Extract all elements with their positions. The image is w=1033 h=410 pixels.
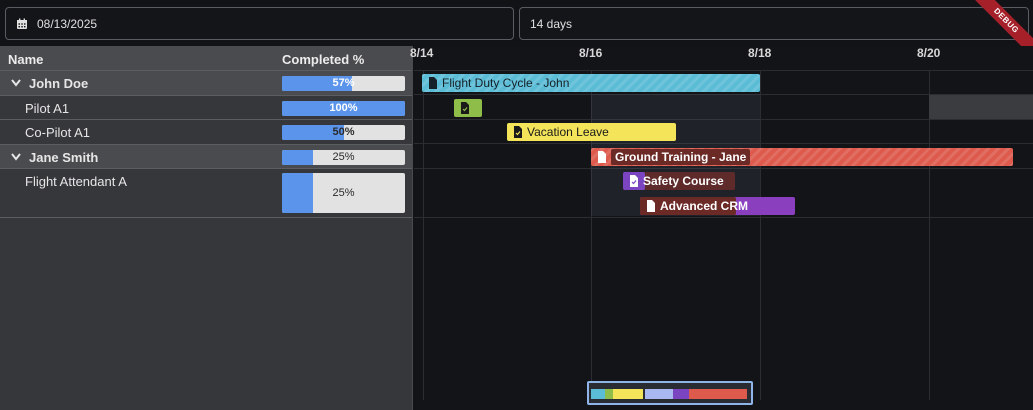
non-working-shade (929, 95, 1033, 119)
row-name: Pilot A1 (25, 100, 70, 116)
calendar-icon (17, 18, 27, 29)
task-bar[interactable]: Safety Course (623, 172, 735, 190)
date-tick: 8/14 (410, 46, 434, 60)
task-label: Advanced CRM (660, 199, 749, 213)
progress-label: 25% (332, 150, 355, 163)
task-bar[interactable]: Flight Duty Cycle - John (422, 74, 760, 92)
document-check-icon (461, 102, 469, 114)
minimap-segment (613, 389, 643, 399)
grid-row-co-pilot-a1[interactable]: Co-Pilot A1 50% (0, 120, 412, 145)
timeline-panel[interactable]: 8/14 8/16 8/18 8/20 Flight Duty Cycle - … (410, 46, 1033, 410)
range-value: 14 days (530, 16, 573, 31)
progress-label: 57% (332, 77, 355, 89)
progress-label: 100% (329, 101, 358, 114)
grid-row-flight-attendant-a[interactable]: Flight Attendant A 25% (0, 169, 412, 218)
task-bar[interactable] (454, 99, 482, 117)
row-divider (414, 70, 1033, 71)
minimap-segment (591, 389, 605, 399)
document-check-icon (630, 175, 638, 187)
resource-grid: Name Completed % John Doe 57% Pilot A1 1… (0, 46, 413, 410)
grid-header: Name Completed % (0, 46, 412, 71)
progress-bar: 100% (282, 100, 405, 116)
timeline-minimap[interactable] (587, 381, 753, 405)
task-bar[interactable]: Ground Training - Jane (591, 148, 1013, 166)
minimap-segment (605, 389, 613, 399)
progress-bar: 57% (282, 76, 405, 91)
grid-row-jane-smith[interactable]: Jane Smith 25% (0, 144, 412, 169)
chevron-down-icon[interactable] (10, 78, 22, 88)
column-header-name[interactable]: Name (8, 52, 43, 67)
task-bar[interactable]: Vacation Leave (507, 123, 676, 141)
date-tick: 8/20 (917, 46, 941, 60)
date-tick: 8/18 (748, 46, 772, 60)
minimap-segment (689, 389, 747, 399)
minimap-segment (673, 389, 689, 399)
chevron-down-icon[interactable] (10, 152, 22, 162)
document-icon (598, 151, 606, 163)
date-picker-field[interactable]: 08/13/2025 (5, 7, 514, 40)
document-icon (647, 200, 655, 212)
progress-bar: 25% (282, 173, 405, 213)
document-icon (429, 77, 437, 89)
grid-row-john-doe[interactable]: John Doe 57% (0, 71, 412, 96)
row-name: John Doe (29, 76, 89, 91)
column-header-completed[interactable]: Completed % (282, 52, 364, 67)
progress-bar: 25% (282, 149, 405, 165)
grid-row-pilot-a1[interactable]: Pilot A1 100% (0, 96, 412, 120)
date-tick: 8/16 (579, 46, 603, 60)
date-value: 08/13/2025 (37, 16, 98, 31)
row-name: Jane Smith (29, 149, 99, 165)
row-divider (414, 217, 1033, 218)
range-select[interactable]: 14 days (519, 7, 1029, 40)
task-label: Flight Duty Cycle - John (442, 76, 570, 90)
task-bar[interactable]: Advanced CRM (640, 197, 795, 215)
task-label: Safety Course (643, 174, 724, 188)
progress-bar: 50% (282, 125, 405, 140)
document-check-icon (514, 126, 522, 138)
progress-label: 25% (332, 187, 355, 199)
task-label: Vacation Leave (527, 125, 609, 139)
row-name: Flight Attendant A (25, 174, 127, 189)
minimap-segment (645, 389, 673, 399)
progress-label: 50% (332, 126, 355, 138)
task-label: Ground Training - Jane (611, 149, 751, 165)
scheduler-app: 08/13/2025 14 days DEBUG Name Completed … (0, 0, 1033, 410)
row-name: Co-Pilot A1 (25, 125, 91, 140)
